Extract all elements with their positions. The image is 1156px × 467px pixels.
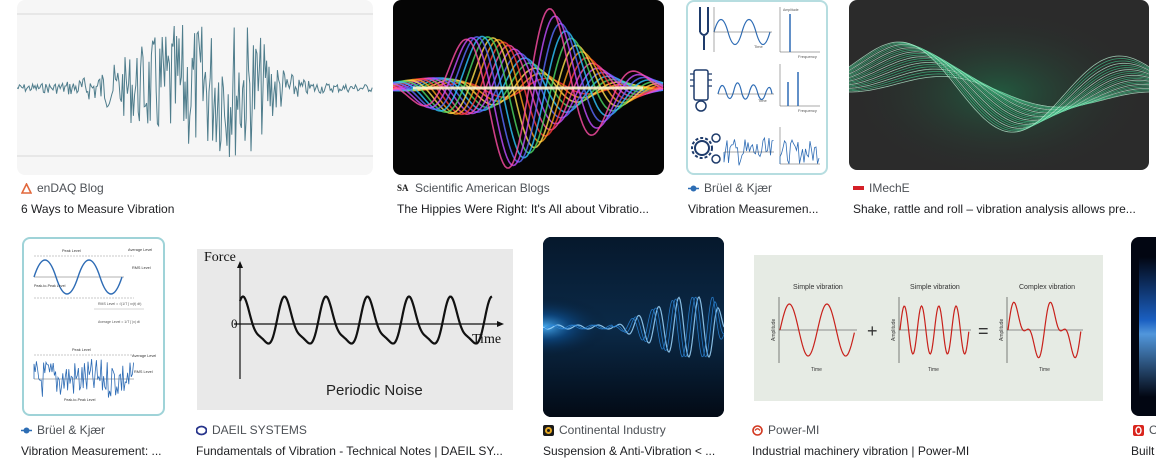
bruel-kjaer-icon <box>688 183 699 194</box>
svg-text:Average Level = 1/T ∫ |x| dt: Average Level = 1/T ∫ |x| dt <box>98 320 140 324</box>
result-title[interactable]: Suspension & Anti-Vibration < ... <box>543 444 727 458</box>
svg-text:RMS Level: RMS Level <box>132 266 151 270</box>
result-source: IMechE <box>853 181 910 195</box>
vibration-sum-diagram-image[interactable]: Simple vibration Simple vibration Comple… <box>749 237 1107 416</box>
result-title[interactable]: The Hippies Were Right: It's All about V… <box>397 202 661 216</box>
svg-text:Frequency: Frequency <box>798 54 817 59</box>
svg-text:Peak-to-Peak Level: Peak-to-Peak Level <box>34 284 66 288</box>
result-title[interactable]: Industrial machinery vibration | Power-M… <box>752 444 1107 458</box>
continental-icon <box>543 424 554 436</box>
periodic-noise-graphic: Force 0 Time Periodic Noise <box>197 249 513 410</box>
result-source: O <box>1133 423 1156 437</box>
gear-icon <box>694 140 710 156</box>
svg-text:Average Level: Average Level <box>128 248 152 252</box>
svg-text:Time: Time <box>928 367 939 373</box>
blue-wave-graphic <box>543 237 724 417</box>
partial-blue-image[interactable] <box>1131 237 1156 416</box>
svg-text:RMS Level = √(1/T ∫ x²(t) dt): RMS Level = √(1/T ∫ x²(t) dt) <box>98 302 141 306</box>
green-wave-image[interactable] <box>849 0 1149 170</box>
vibration-sum-graphic: Simple vibration Simple vibration Comple… <box>754 255 1103 401</box>
colorful-wave-graphic <box>393 7 664 169</box>
svg-text:Amplitude: Amplitude <box>783 8 799 12</box>
signal-levels-diagram-image[interactable]: Peak Level Average Level RMS Level Peak-… <box>22 237 165 416</box>
result-source: enDAQ Blog <box>21 181 104 195</box>
o-icon <box>1133 424 1144 436</box>
result-source: Brüel & Kjær <box>21 423 105 437</box>
colorful-vibration-image[interactable] <box>393 0 664 175</box>
result-source: Brüel & Kjær <box>688 181 772 195</box>
svg-text:0: 0 <box>231 316 238 331</box>
partial-blue-graphic <box>1139 257 1156 397</box>
result-source: Continental Industry <box>543 423 666 437</box>
daeil-icon <box>196 425 207 436</box>
svg-text:Periodic Noise: Periodic Noise <box>326 382 423 399</box>
tuning-fork-icon <box>699 7 709 50</box>
bk-diagram-graphic: Time Frequency Amplitude Time Frequency <box>690 7 820 166</box>
periodic-noise-image[interactable]: Force 0 Time Periodic Noise <box>192 237 518 416</box>
bruel-kjaer-icon <box>21 425 32 436</box>
svg-text:Time: Time <box>811 367 822 373</box>
blue-wave-image[interactable] <box>543 237 724 417</box>
svg-text:Frequency: Frequency <box>798 108 817 113</box>
svg-text:Average Level: Average Level <box>132 354 156 358</box>
svg-text:Amplitude: Amplitude <box>999 319 1005 341</box>
result-title[interactable]: 6 Ways to Measure Vibration <box>21 202 373 216</box>
signal-levels-graphic: Peak Level Average Level RMS Level Peak-… <box>33 248 156 402</box>
svg-text:+: + <box>867 321 878 341</box>
svg-text:Simple vibration: Simple vibration <box>910 284 960 291</box>
svg-text:Time: Time <box>758 98 768 103</box>
result-source: DAEIL SYSTEMS <box>196 423 307 437</box>
svg-text:Peak Level: Peak Level <box>72 348 91 352</box>
svg-text:Peak Level: Peak Level <box>62 249 81 253</box>
svg-text:Simple vibration: Simple vibration <box>793 284 843 291</box>
svg-text:Force: Force <box>204 250 236 265</box>
result-title[interactable]: Fundamentals of Vibration - Technical No… <box>196 444 514 458</box>
result-title[interactable]: Built <box>1131 444 1156 458</box>
vibration-diagram-image[interactable]: Time Frequency Amplitude Time Frequency <box>686 0 828 175</box>
endaq-icon <box>21 182 32 194</box>
result-title[interactable]: Vibration Measurement: ... <box>21 444 167 458</box>
svg-text:Amplitude: Amplitude <box>771 319 777 341</box>
vibration-waveform-image[interactable] <box>17 0 373 175</box>
svg-text:Time: Time <box>1039 367 1050 373</box>
scientific-american-icon: SA <box>397 182 409 193</box>
power-mi-icon <box>752 424 763 436</box>
svg-text:Time: Time <box>472 332 501 347</box>
result-source: SA Scientific American Blogs <box>397 181 550 195</box>
waveform-graphic <box>17 13 373 158</box>
green-wave-graphic <box>849 0 1149 170</box>
result-title[interactable]: Vibration Measuremen... <box>688 202 828 216</box>
svg-text:Time: Time <box>754 44 764 49</box>
engine-icon <box>693 69 709 101</box>
svg-text:Peak-to-Peak Level: Peak-to-Peak Level <box>64 398 96 402</box>
svg-text:Complex vibration: Complex vibration <box>1019 284 1075 291</box>
svg-text:=: = <box>978 321 989 341</box>
svg-text:Amplitude: Amplitude <box>891 319 897 341</box>
result-source: Power-MI <box>752 423 819 437</box>
imeche-icon <box>853 183 864 194</box>
result-title[interactable]: Shake, rattle and roll – vibration analy… <box>853 202 1145 216</box>
svg-text:RMS Level: RMS Level <box>134 370 153 374</box>
